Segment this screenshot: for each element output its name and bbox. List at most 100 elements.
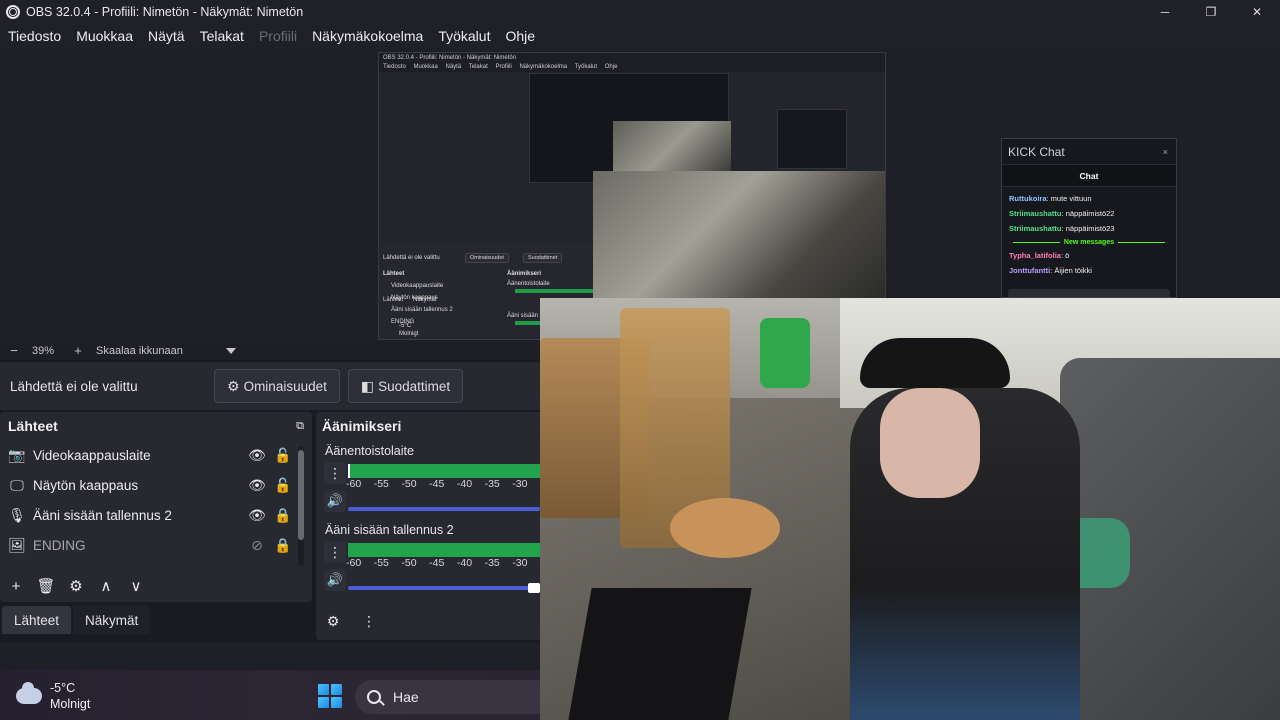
chat-username[interactable]: Ruttukoira: [1009, 194, 1047, 203]
advanced-audio-gear-icon[interactable]: ⚙: [322, 610, 344, 632]
nested-title: OBS 32.0.4 - Profiili: Nimetön - Näkymät…: [379, 53, 885, 63]
chat-username[interactable]: Jonttufantti: [1009, 266, 1050, 275]
tick-label: -55: [373, 557, 389, 569]
move-up-button[interactable]: ∧: [94, 574, 118, 598]
chevron-down-icon: [226, 347, 237, 354]
minimize-button[interactable]: ─: [1142, 0, 1188, 23]
kick-chat-input[interactable]: [1008, 289, 1170, 297]
volume-slider[interactable]: [348, 507, 540, 511]
kick-chat-title: Chat: [1002, 165, 1176, 187]
nested-no-source: Lähdettä ei ole valittu: [383, 255, 440, 261]
volume-meter-level: [348, 543, 540, 557]
chat-message: Striimaushattu: näppäimistö22: [1009, 209, 1115, 218]
eye-icon[interactable]: 👁: [244, 447, 270, 464]
chat-message: Striimaushattu: näppäimistö23: [1009, 224, 1115, 233]
weather-widget[interactable]: -5°C Molnigt: [16, 680, 90, 712]
channel-menu-icon[interactable]: ⋮: [324, 462, 346, 484]
move-down-button[interactable]: ∨: [124, 574, 148, 598]
menu-nakymakokoelma[interactable]: Näkymäkokoelma: [312, 28, 423, 44]
lock-icon[interactable]: 🔒: [270, 507, 296, 524]
tab-scenes[interactable]: Näkymät: [73, 606, 151, 634]
menu-muokkaa[interactable]: Muokkaa: [76, 28, 133, 44]
tab-sources[interactable]: Lähteet: [2, 606, 72, 634]
chat-username[interactable]: Striimaushattu: [1009, 224, 1062, 233]
search-placeholder: Hae: [393, 689, 419, 705]
properties-button[interactable]: ⚙ Ominaisuudet: [214, 369, 340, 403]
zoom-in-button[interactable]: +: [64, 343, 92, 358]
meter-row: ⋮: [322, 462, 346, 486]
speaker-icon[interactable]: 🔊: [324, 569, 346, 591]
new-messages-label: New messages: [1063, 238, 1115, 246]
source-name: Ääni sisään tallennus 2: [33, 507, 172, 523]
search-icon: [367, 690, 381, 704]
tick-label: -40: [456, 478, 473, 490]
maximize-button[interactable]: ❐: [1188, 0, 1234, 23]
eye-icon[interactable]: 👁: [244, 507, 270, 524]
nested-menu-item: Näytä: [445, 64, 462, 70]
tick-label: -30: [512, 478, 528, 490]
taskbar-search[interactable]: Hae: [355, 680, 540, 714]
mixer-title: Äänimikseri: [322, 418, 402, 434]
sources-scrollbar[interactable]: [298, 446, 304, 566]
unlock-icon[interactable]: 🔓: [270, 477, 296, 494]
mixer-menu-icon[interactable]: ⋮: [358, 610, 380, 632]
undock-icon[interactable]: ⧉: [296, 420, 304, 433]
volume-slider[interactable]: [348, 583, 540, 593]
unlock-icon[interactable]: 🔓: [270, 447, 296, 464]
menu-telakat[interactable]: Telakat: [200, 28, 244, 44]
lock-icon[interactable]: 🔒: [270, 537, 296, 554]
close-button[interactable]: ✕: [1234, 0, 1280, 23]
no-source-selected-label: Lähdettä ei ole valittu: [10, 378, 138, 394]
webcam-feed: [540, 298, 1280, 720]
scale-mode-select[interactable]: Skaalaa ikkunaan: [92, 343, 240, 358]
source-item[interactable]: 📷 Videokaappauslaite 👁 🔓: [6, 440, 296, 470]
windows-start-icon[interactable]: [318, 684, 342, 708]
eye-icon[interactable]: 👁: [244, 477, 270, 494]
volume-meter-level: [348, 464, 540, 478]
source-item[interactable]: 🎙 Ääni sisään tallennus 2 👁 🔒: [6, 500, 296, 530]
nested-tab-sources: Lähteet: [383, 297, 404, 303]
chat-username[interactable]: Striimaushattu: [1009, 209, 1062, 218]
nested-webcam: [593, 171, 885, 299]
dock-tabs: Lähteet Näkymät: [2, 606, 152, 634]
eye-hidden-icon[interactable]: ⊘: [244, 537, 270, 554]
menu-tyokalut[interactable]: Työkalut: [438, 28, 490, 44]
nested-weather: Molnigt: [399, 331, 419, 337]
source-item[interactable]: 🖵 Näytön kaappaus 👁 🔓: [6, 470, 296, 500]
menu-bar: Tiedosto Muokkaa Näytä Telakat Profiili …: [0, 23, 1280, 49]
meter-ticks: -60 -55 -50 -45 -40 -35 -30: [346, 557, 540, 569]
sources-title-text: Lähteet: [8, 418, 58, 434]
volume-slider-knob[interactable]: [528, 583, 540, 593]
menu-nayta[interactable]: Näytä: [148, 28, 185, 44]
source-item[interactable]: 🖼 ENDING ⊘ 🔒: [6, 530, 296, 560]
speaker-icon[interactable]: 🔊: [324, 490, 346, 512]
webcam-laptop: [568, 588, 752, 720]
mixer-toolbar: ⚙ ⋮: [322, 610, 394, 632]
webcam-hat: [860, 338, 1010, 388]
nested-menu-item: Ohje: [604, 64, 618, 70]
webcam-face: [880, 388, 980, 498]
nested-sources-title: Lähteet: [383, 271, 405, 277]
chat-message: Typha_latifolia: ö: [1009, 251, 1070, 260]
gear-icon[interactable]: ⚙: [64, 574, 88, 598]
nested-menu-item: Telakat: [468, 64, 488, 70]
add-source-button[interactable]: +: [4, 574, 28, 598]
filters-button[interactable]: ◧ Suodattimet: [347, 369, 464, 403]
menu-ohje[interactable]: Ohje: [505, 28, 535, 44]
nested-meter-1: [515, 289, 593, 293]
volume-meter: [348, 464, 540, 478]
trash-icon[interactable]: 🗑: [34, 574, 58, 598]
kick-close-icon[interactable]: ×: [1163, 147, 1168, 157]
menu-profiili[interactable]: Profiili: [259, 28, 297, 44]
preview-zoom-bar: − 39% + Skaalaa ikkunaan: [0, 341, 540, 360]
nested-menu-item: Profiili: [495, 64, 512, 70]
filters-label: Suodattimet: [378, 378, 451, 394]
channel-menu-icon[interactable]: ⋮: [324, 541, 346, 563]
menu-tiedosto[interactable]: Tiedosto: [8, 28, 61, 44]
zoom-out-button[interactable]: −: [0, 343, 28, 358]
nested-menu-bar: Tiedosto Muokkaa Näytä Telakat Profiili …: [379, 63, 885, 72]
screen-capture-preview: OBS 32.0.4 - Profiili: Nimetön - Näkymät…: [378, 52, 886, 340]
chat-username[interactable]: Typha_latifolia: [1009, 251, 1061, 260]
nested-source-item: Ääni sisään tallennus 2: [391, 307, 453, 313]
tick-label: -50: [401, 557, 417, 569]
